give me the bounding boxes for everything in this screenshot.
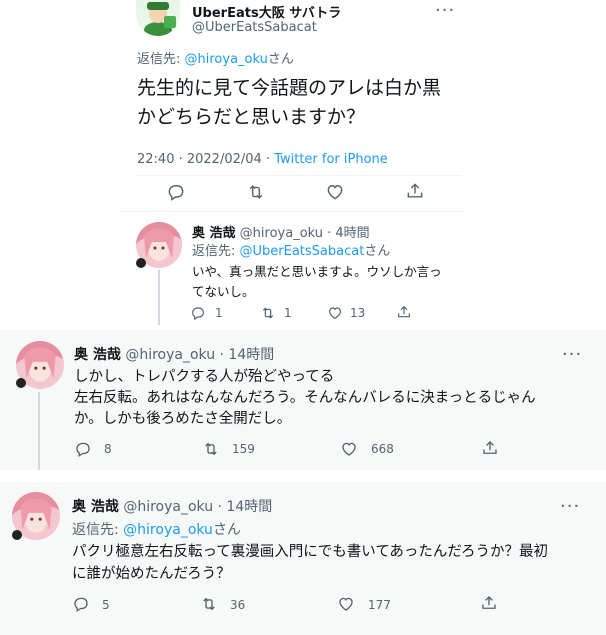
retweet-count: 159 xyxy=(232,442,255,456)
retweet-icon[interactable] xyxy=(259,305,277,321)
thread-line xyxy=(38,392,40,470)
timestamp[interactable]: 22:40 · 2022/02/04 · xyxy=(137,152,274,167)
tweet-text: しかし、トレパクする人が殆どやってる 左右反転。あれはなんなんだろう。そんなんバ… xyxy=(74,367,536,430)
reply-icon[interactable] xyxy=(190,305,206,321)
retweet-count: 36 xyxy=(230,598,246,612)
tweet-text: 先生的に見て今話題のアレは白か黒 かどちらだと思いますか？ xyxy=(137,74,441,132)
reply-count: 1 xyxy=(215,306,223,320)
handle-time[interactable]: @hiroya_oku · 14時間 xyxy=(125,347,274,363)
thread-line xyxy=(158,270,160,325)
reply-mention-link[interactable]: @hiroya_oku xyxy=(123,522,213,538)
like-icon[interactable] xyxy=(325,182,345,202)
like-count: 668 xyxy=(371,442,394,456)
tweet-text-line: か。しかも後ろめたさ全開だし。 xyxy=(74,411,292,427)
avatar[interactable] xyxy=(136,0,180,36)
reply-suffix: さん xyxy=(267,52,294,67)
tweet-text-line: てないし。 xyxy=(192,284,255,299)
tweet-header: 奥 浩哉 @hiroya_oku · 14時間 xyxy=(72,496,272,516)
display-name[interactable]: 奥 浩哉 xyxy=(192,226,236,241)
reply-prefix: 返信先: xyxy=(72,522,124,538)
share-icon[interactable] xyxy=(405,181,425,201)
reply-count: 8 xyxy=(104,442,112,456)
location-dot-icon xyxy=(12,530,22,540)
tweet-text-line: 先生的に見て今話題のアレは白か黒 xyxy=(137,77,442,99)
tweet-text-line: かどちらだと思いますか？ xyxy=(137,106,366,128)
divider xyxy=(136,175,462,176)
reply-mention-link[interactable]: @UberEatsSabacat xyxy=(240,244,365,259)
share-icon[interactable] xyxy=(396,304,412,320)
tweet-text-line: に誰が始めたんだろう？ xyxy=(72,566,231,582)
reply-context: 返信先: @hiroya_okuさん xyxy=(137,48,294,67)
reply-suffix: さん xyxy=(212,522,241,538)
reply-prefix: 返信先: xyxy=(192,244,240,259)
reply-suffix: さん xyxy=(364,244,391,259)
location-dot-icon xyxy=(136,258,146,268)
tweet-header: 奥 浩哉 @hiroya_oku · 4時間 xyxy=(192,222,370,241)
like-icon[interactable] xyxy=(327,305,343,321)
reply-context: 返信先: @hiroya_okuさん xyxy=(72,519,241,539)
source-link[interactable]: Twitter for iPhone xyxy=(274,152,388,167)
like-icon[interactable] xyxy=(337,595,355,613)
reply-count: 5 xyxy=(102,598,110,612)
reply-icon[interactable] xyxy=(72,595,90,613)
tweet-text-line: パクリ極意左右反転って裏漫画入門にでも書いてあったんだろうか？最初 xyxy=(72,544,549,560)
share-icon[interactable] xyxy=(480,594,498,612)
tweet-text-line: 左右反転。あれはなんなんだろう。そんなんバレるに決まっとるじゃん xyxy=(74,390,536,406)
like-count: 177 xyxy=(368,598,391,612)
retweet-icon[interactable] xyxy=(199,595,219,613)
reply-prefix: 返信先: xyxy=(137,52,185,67)
like-count: 13 xyxy=(350,306,366,320)
share-icon[interactable] xyxy=(481,439,499,457)
handle[interactable]: @UberEatsSabacat xyxy=(192,20,317,35)
reply-context: 返信先: @UberEatsSabacatさん xyxy=(192,240,390,259)
more-icon[interactable]: ··· xyxy=(562,346,582,364)
tweet-text-line: いや、真っ黒だと思いますよ。ウソしか言っ xyxy=(192,264,442,279)
display-name[interactable]: 奥 浩哉 xyxy=(74,347,121,363)
tweet-text-line: しかし、トレパクする人が殆どやってる xyxy=(74,369,335,385)
location-dot-icon xyxy=(16,378,26,388)
more-icon[interactable]: ··· xyxy=(435,2,455,20)
mascot-icon xyxy=(138,0,178,36)
retweet-icon[interactable] xyxy=(201,440,221,458)
handle-time[interactable]: @hiroya_oku · 4時間 xyxy=(240,226,370,241)
divider xyxy=(122,211,462,212)
reply-icon[interactable] xyxy=(74,440,92,458)
handle-time[interactable]: @hiroya_oku · 14時間 xyxy=(123,499,272,515)
reply-icon[interactable] xyxy=(166,182,186,202)
tweet-text: パクリ極意左右反転って裏漫画入門にでも書いてあったんだろうか？最初 に誰が始めた… xyxy=(72,541,548,585)
tweet-header: 奥 浩哉 @hiroya_oku · 14時間 xyxy=(74,344,274,364)
reply-mention-link[interactable]: @hiroya_oku xyxy=(185,52,268,67)
display-name[interactable]: UberEats大阪 サバトラ xyxy=(192,2,341,21)
display-name[interactable]: 奥 浩哉 xyxy=(72,499,119,515)
retweet-count: 1 xyxy=(284,306,292,320)
retweet-icon[interactable] xyxy=(245,182,267,202)
more-icon[interactable]: ··· xyxy=(560,498,580,516)
like-icon[interactable] xyxy=(340,440,358,458)
timestamp-row: 22:40 · 2022/02/04 · Twitter for iPhone xyxy=(137,152,388,167)
tweet-text: いや、真っ黒だと思いますよ。ウソしか言っ てないし。 xyxy=(192,262,442,302)
